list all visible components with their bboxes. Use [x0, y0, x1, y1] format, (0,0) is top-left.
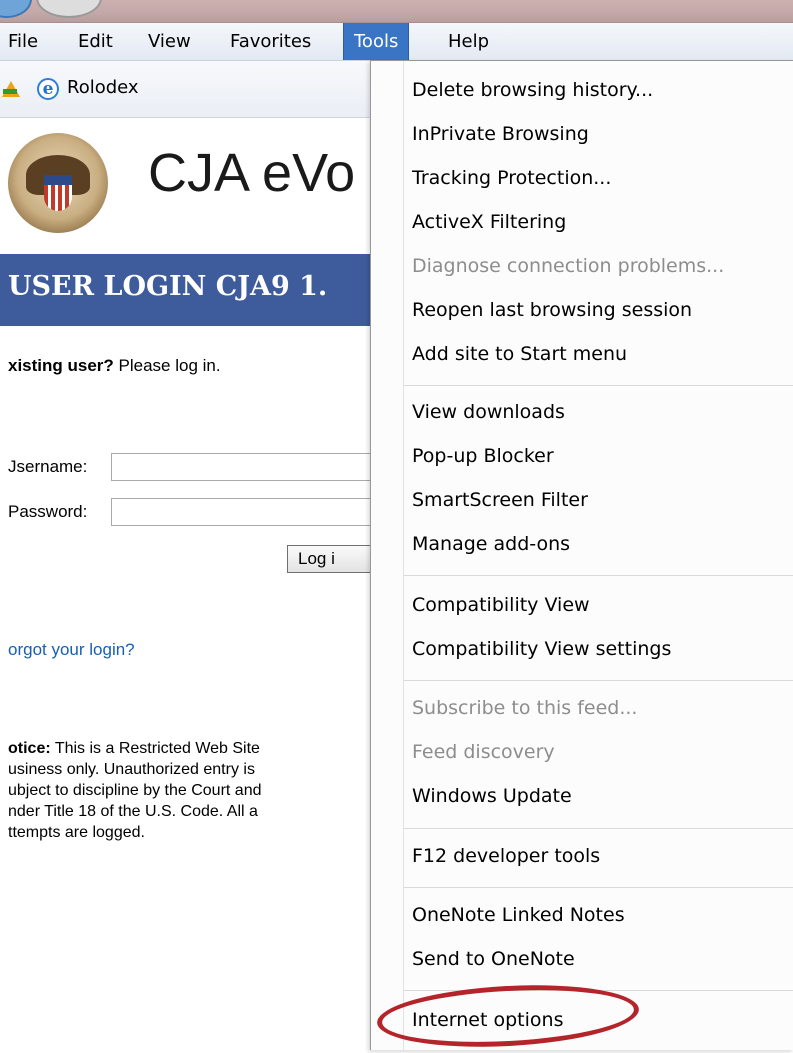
browser-back-button[interactable]	[0, 0, 32, 18]
menu-item-manage-addons[interactable]: Manage add-ons	[412, 533, 570, 555]
menu-item-f12-developer-tools[interactable]: F12 developer tools	[412, 845, 600, 867]
notice-line: usiness only. Unauthorized entry is	[8, 761, 255, 778]
site-title: CJA eVo	[148, 143, 356, 203]
menu-separator	[403, 828, 793, 829]
web-page-content: CJA eVo USER LOGIN CJA9 1. xisting user?…	[0, 118, 411, 1049]
menu-icon-gutter	[403, 61, 404, 1050]
internet-explorer-icon: e	[37, 78, 59, 100]
menu-tools[interactable]: Tools	[343, 23, 410, 60]
restricted-site-notice: otice: This is a Restricted Web Site usi…	[8, 738, 348, 843]
menu-item-inprivate-browsing[interactable]: InPrivate Browsing	[412, 123, 589, 145]
notice-line: This is a Restricted Web Site	[50, 740, 260, 757]
login-banner: USER LOGIN CJA9 1.	[0, 254, 400, 326]
menu-separator	[403, 887, 793, 888]
menu-item-reopen-last-session[interactable]: Reopen last browsing session	[412, 299, 692, 321]
notice-line: ttempts are logged.	[8, 824, 145, 841]
menu-file[interactable]: File	[8, 23, 38, 60]
menu-help[interactable]: Help	[448, 23, 489, 60]
menu-view[interactable]: View	[148, 23, 191, 60]
menu-item-activex-filtering[interactable]: ActiveX Filtering	[412, 211, 566, 233]
menu-item-compatibility-view[interactable]: Compatibility View	[412, 594, 590, 616]
menu-item-view-downloads[interactable]: View downloads	[412, 401, 565, 423]
menu-item-diagnose-connection: Diagnose connection problems...	[412, 255, 725, 277]
existing-user-prompt: xisting user? Please log in.	[8, 356, 221, 376]
menu-item-subscribe-feed: Subscribe to this feed...	[412, 697, 638, 719]
forgot-login-link[interactable]: orgot your login?	[8, 640, 135, 660]
favorite-link-rolodex[interactable]: Rolodex	[67, 77, 139, 98]
existing-user-rest: Please log in.	[113, 356, 221, 375]
notice-line: ubject to discipline by the Court and	[8, 782, 262, 799]
password-label: Password:	[8, 502, 88, 521]
password-field[interactable]	[111, 498, 411, 526]
login-banner-text: USER LOGIN CJA9 1.	[8, 271, 328, 302]
window-title-bar	[0, 0, 793, 23]
menu-item-tracking-protection[interactable]: Tracking Protection...	[412, 167, 611, 189]
existing-user-bold: xisting user?	[8, 356, 114, 375]
browser-forward-button[interactable]	[36, 0, 102, 18]
menu-edit[interactable]: Edit	[78, 23, 113, 60]
username-field[interactable]	[111, 453, 411, 481]
notice-line: nder Title 18 of the U.S. Code. All a	[8, 803, 258, 820]
menu-item-compatibility-view-settings[interactable]: Compatibility View settings	[412, 638, 671, 660]
menu-item-delete-browsing-history[interactable]: Delete browsing history...	[412, 79, 653, 101]
court-seal-logo	[8, 133, 108, 233]
menu-item-popup-blocker[interactable]: Pop-up Blocker	[412, 445, 554, 467]
menu-bar: File Edit View Favorites Tools Help	[0, 23, 793, 61]
menu-item-add-site-to-start[interactable]: Add site to Start menu	[412, 343, 627, 365]
menu-separator	[403, 575, 793, 576]
menu-item-onenote-linked-notes[interactable]: OneNote Linked Notes	[412, 904, 625, 926]
menu-favorites[interactable]: Favorites	[230, 23, 311, 60]
menu-item-windows-update[interactable]: Windows Update	[412, 785, 572, 807]
menu-separator	[403, 385, 793, 386]
menu-item-smartscreen-filter[interactable]: SmartScreen Filter	[412, 489, 588, 511]
tools-dropdown-menu: Delete browsing history... InPrivate Bro…	[370, 60, 793, 1050]
menu-item-feed-discovery: Feed discovery	[412, 741, 555, 763]
menu-item-send-to-onenote[interactable]: Send to OneNote	[412, 948, 575, 970]
username-label: Jsername:	[8, 457, 88, 476]
notice-heading: otice:	[8, 740, 51, 757]
menu-separator	[403, 680, 793, 681]
